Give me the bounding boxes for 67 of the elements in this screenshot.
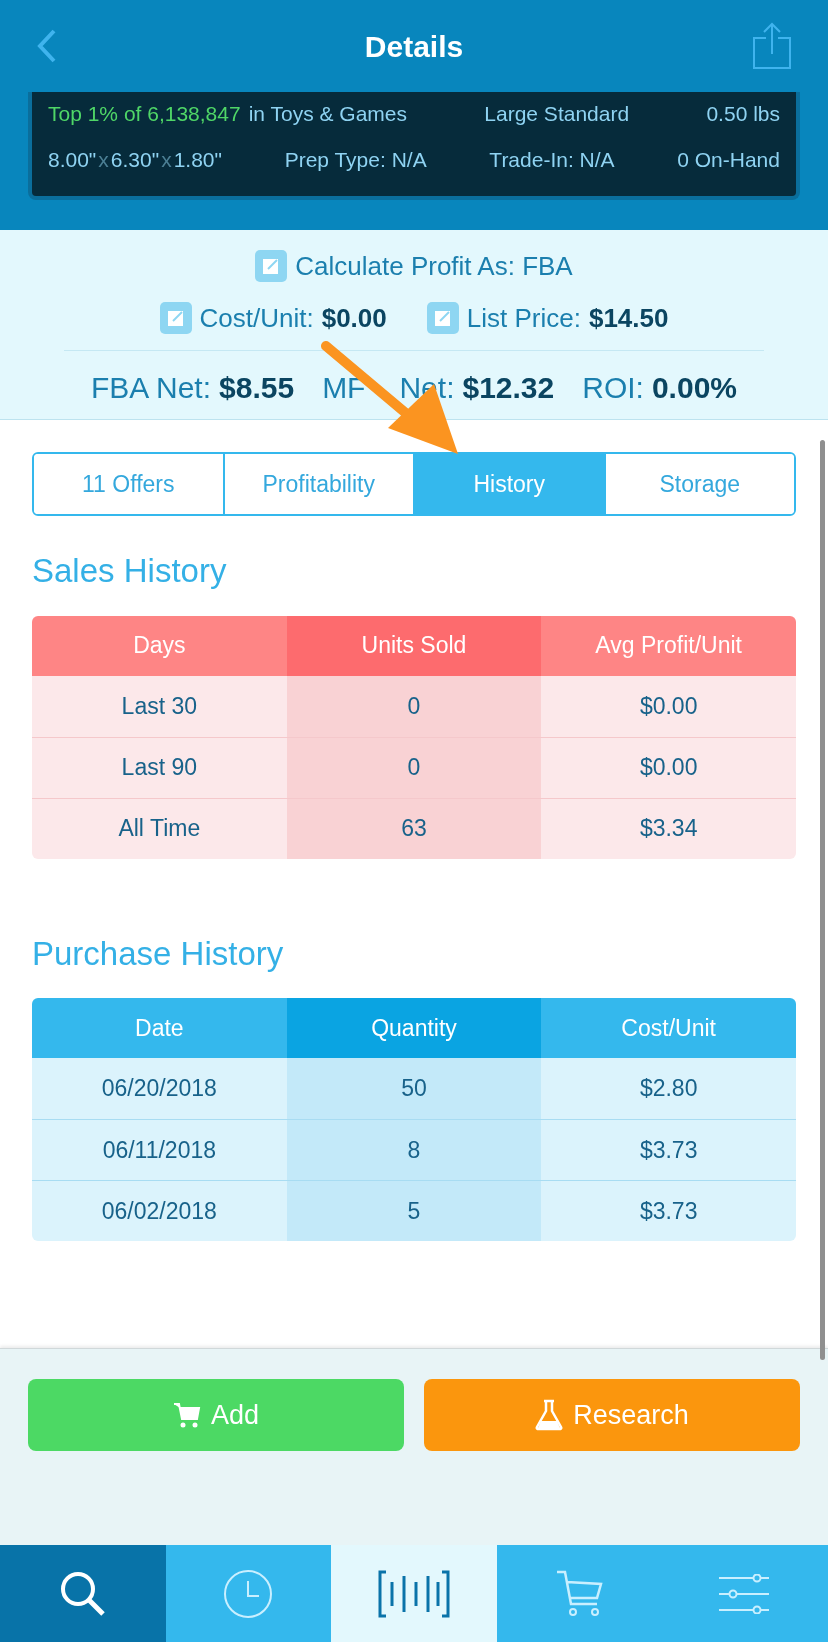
table-cell: 50 xyxy=(286,1058,542,1119)
on-hand-count: 0 On-Hand xyxy=(677,146,780,173)
add-button[interactable]: Add xyxy=(28,1379,404,1451)
column-header: Days xyxy=(32,615,287,676)
nav-tab[interactable] xyxy=(0,1545,166,1642)
table-cell: 06/02/2018 xyxy=(32,1181,287,1241)
category-text: in Toys & Games xyxy=(248,101,407,127)
column-header: Quantity xyxy=(286,998,542,1058)
total-value: $8.55 xyxy=(219,370,295,406)
table-cell: $0.00 xyxy=(541,737,796,798)
share-icon[interactable] xyxy=(752,22,792,70)
cart-icon xyxy=(172,1401,201,1429)
screen-title: Details xyxy=(364,28,464,65)
list-price-value: $14.50 xyxy=(588,301,669,335)
flask-icon xyxy=(535,1399,564,1431)
dimension-value: 1.80" xyxy=(173,146,222,173)
table-cell: $3.34 xyxy=(541,798,796,859)
prep-type: Prep Type: N/A xyxy=(284,146,427,173)
total-value: 0.00% xyxy=(651,370,737,406)
dimension-separator: x xyxy=(161,146,172,173)
table-cell: $0.00 xyxy=(541,675,796,737)
trade-in: Trade-In: N/A xyxy=(489,146,615,173)
total-label: ROI: xyxy=(582,370,644,406)
dimension-value: 8.00" xyxy=(48,146,97,173)
total-label: FBA Net: xyxy=(91,370,212,406)
total-label: MF xyxy=(322,370,366,406)
edit-icon[interactable] xyxy=(255,250,288,282)
dimension-value: 6.30" xyxy=(110,146,160,173)
tab[interactable]: Storage xyxy=(603,454,794,514)
table-cell: 06/11/2018 xyxy=(32,1120,287,1180)
column-header: Avg Profit/Unit xyxy=(541,615,796,676)
research-button[interactable]: Research xyxy=(424,1379,800,1451)
edit-icon[interactable] xyxy=(159,302,192,334)
table-cell: Last 30 xyxy=(32,675,287,737)
cost-value: $0.00 xyxy=(321,301,387,335)
barcode-icon[interactable] xyxy=(378,1569,450,1618)
cart-icon[interactable] xyxy=(554,1569,605,1618)
clock-icon[interactable] xyxy=(223,1568,274,1619)
table-cell: 06/20/2018 xyxy=(32,1058,287,1119)
tab[interactable]: History xyxy=(413,454,604,514)
size-tier-label: Large Standard xyxy=(484,101,630,127)
table-cell: $3.73 xyxy=(541,1120,796,1180)
table-cell: 8 xyxy=(286,1120,542,1180)
back-icon[interactable] xyxy=(36,28,58,64)
section-title: Sales History xyxy=(32,551,228,591)
dimension-separator: x xyxy=(98,146,109,173)
edit-icon[interactable] xyxy=(426,302,459,334)
table-cell: 0 xyxy=(286,737,542,798)
calculate-profit-label: Calculate Profit As: FBA xyxy=(295,249,573,283)
table-cell: 63 xyxy=(286,798,542,859)
table-cell: 0 xyxy=(286,675,542,737)
cost-label: Cost/Unit: xyxy=(199,301,314,335)
column-header: Cost/Unit xyxy=(541,998,796,1058)
search-icon[interactable] xyxy=(58,1569,107,1618)
column-header: Units Sold xyxy=(286,615,542,676)
nav-tab[interactable] xyxy=(331,1545,497,1642)
section-title: Purchase History xyxy=(32,933,285,974)
table-cell: $2.80 xyxy=(541,1058,796,1119)
column-header: Date xyxy=(32,998,287,1058)
weight-text: 0.50 lbs xyxy=(706,101,780,127)
table-cell: Last 90 xyxy=(32,737,287,798)
table-cell: All Time xyxy=(32,798,287,859)
total-value: $12.32 xyxy=(462,370,555,406)
table-cell: 5 xyxy=(286,1181,542,1241)
list-price-label: List Price: xyxy=(466,301,581,335)
table-cell: $3.73 xyxy=(541,1181,796,1241)
sales-rank: Top 1% of 6,138,847 xyxy=(48,101,241,127)
